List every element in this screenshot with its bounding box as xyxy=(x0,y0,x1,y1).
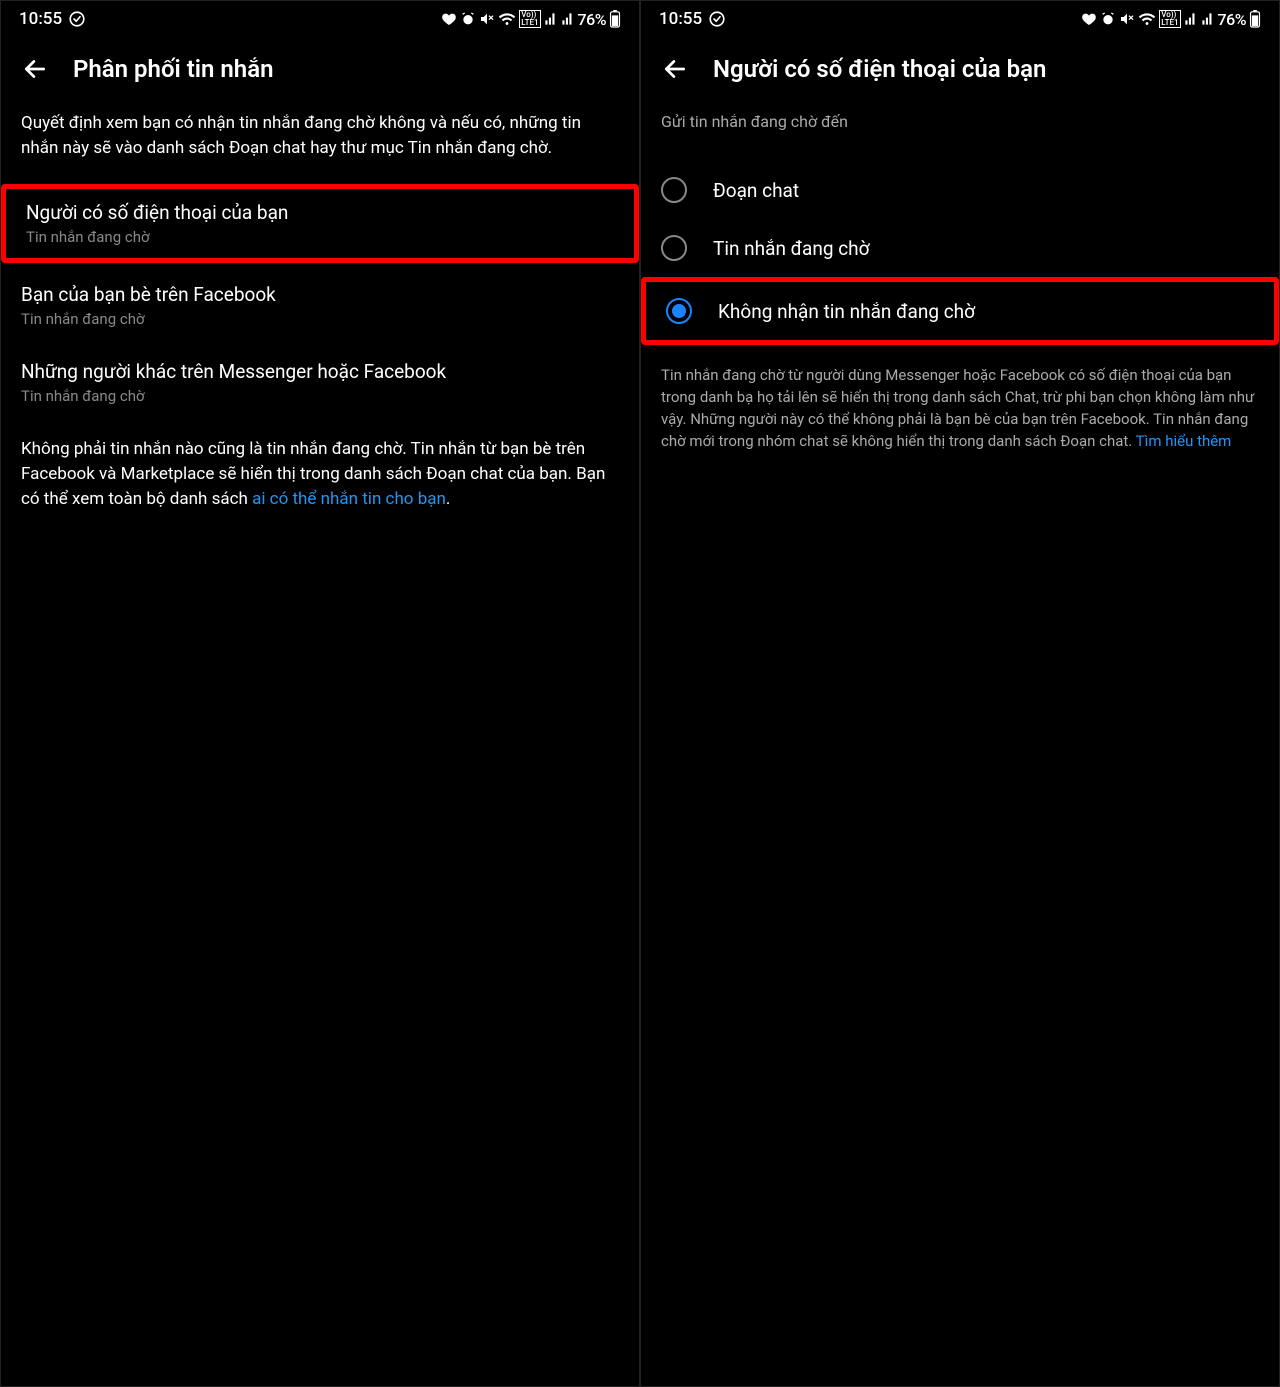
setting-item-others[interactable]: Những người khác trên Messenger hoặc Fac… xyxy=(21,348,619,417)
mute-icon xyxy=(479,11,495,27)
signal-icon-1 xyxy=(544,12,558,26)
heart-icon xyxy=(1081,11,1097,27)
back-button[interactable] xyxy=(21,55,49,83)
heart-icon xyxy=(441,11,457,27)
volte-icon: Vo))LTE1 xyxy=(1159,10,1180,28)
status-bar: 10:55 Vo))LTE1 76% xyxy=(641,1,1279,37)
phone-screen-1: 10:55 Vo))LTE1 76% Phân phối tin nhắn Qu… xyxy=(0,0,640,1387)
footer-link[interactable]: Tìm hiểu thêm xyxy=(1136,432,1232,450)
battery-percent: 76% xyxy=(1218,10,1246,29)
back-button[interactable] xyxy=(661,55,689,83)
radio-label: Không nhận tin nhắn đang chờ xyxy=(718,300,975,323)
setting-item-title: Những người khác trên Messenger hoặc Fac… xyxy=(21,360,619,383)
footer-link[interactable]: ai có thể nhắn tin cho bạn xyxy=(252,489,446,509)
status-bar: 10:55 Vo))LTE1 76% xyxy=(1,1,639,37)
setting-item-subtitle: Tin nhắn đang chờ xyxy=(21,387,619,405)
mute-icon xyxy=(1119,11,1135,27)
page-title: Người có số điện thoại của bạn xyxy=(713,55,1046,83)
setting-item-subtitle: Tin nhắn đang chờ xyxy=(21,310,619,328)
footer-text: Tin nhắn đang chờ từ người dùng Messenge… xyxy=(661,365,1259,452)
phone-screen-2: 10:55 Vo))LTE1 76% Người có số điện thoạ… xyxy=(640,0,1280,1387)
alarm-icon xyxy=(460,11,476,27)
battery-icon xyxy=(1249,10,1261,28)
radio-option-pending[interactable]: Tin nhắn đang chờ xyxy=(661,219,1259,277)
signal-icon-1 xyxy=(1184,12,1198,26)
wifi-icon xyxy=(498,11,516,27)
status-time: 10:55 xyxy=(19,9,62,29)
section-subheader: Gửi tin nhắn đang chờ đến xyxy=(661,111,1259,133)
setting-item-title: Bạn của bạn bè trên Facebook xyxy=(21,283,619,306)
radio-icon xyxy=(661,177,687,203)
setting-item-phone-number[interactable]: Người có số điện thoại của bạn Tin nhắn … xyxy=(1,184,639,263)
radio-option-none[interactable]: Không nhận tin nhắn đang chờ xyxy=(641,277,1279,345)
page-title: Phân phối tin nhắn xyxy=(73,55,274,83)
page-header: Người có số điện thoại của bạn xyxy=(641,37,1279,103)
setting-item-title: Người có số điện thoại của bạn xyxy=(26,201,614,224)
radio-icon xyxy=(661,235,687,261)
page-description: Quyết định xem bạn có nhận tin nhắn đang… xyxy=(21,111,619,160)
page-header: Phân phối tin nhắn xyxy=(1,37,639,103)
signal-icon-2 xyxy=(561,12,575,26)
setting-item-subtitle: Tin nhắn đang chờ xyxy=(26,228,614,246)
volte-icon: Vo))LTE1 xyxy=(519,10,540,28)
wifi-icon xyxy=(1138,11,1156,27)
radio-option-chat[interactable]: Đoạn chat xyxy=(661,161,1259,219)
battery-icon xyxy=(609,10,621,28)
signal-icon-2 xyxy=(1201,12,1215,26)
footer-period: . xyxy=(446,489,450,509)
status-time: 10:55 xyxy=(659,9,702,29)
radio-label: Tin nhắn đang chờ xyxy=(713,237,870,260)
sync-icon xyxy=(708,10,726,28)
setting-item-facebook-friends[interactable]: Bạn của bạn bè trên Facebook Tin nhắn đa… xyxy=(21,271,619,340)
sync-icon xyxy=(68,10,86,28)
battery-percent: 76% xyxy=(578,10,606,29)
footer-text: Không phải tin nhắn nào cũng là tin nhắn… xyxy=(21,437,619,511)
alarm-icon xyxy=(1100,11,1116,27)
radio-label: Đoạn chat xyxy=(713,179,799,202)
radio-icon-selected xyxy=(666,298,692,324)
